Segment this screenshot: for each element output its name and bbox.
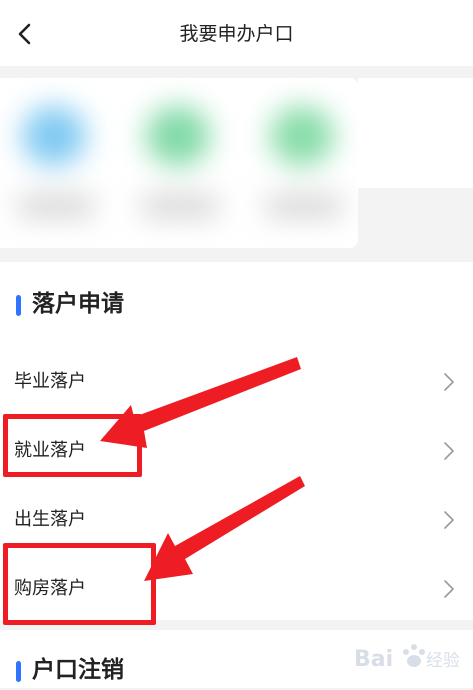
chevron-right-icon: [444, 580, 454, 598]
shortcut-tile[interactable]: [8, 84, 104, 234]
chevron-right-icon: [444, 511, 454, 529]
household-cancellation-section: 户口注销: [0, 630, 473, 688]
shortcut-tile[interactable]: [132, 84, 228, 234]
shortcut-card-extension: [358, 78, 473, 188]
chevron-right-icon: [444, 373, 454, 391]
page-title: 我要申办户口: [179, 23, 294, 45]
section-accent-bar: [16, 295, 21, 316]
section-title: 户口注销: [32, 657, 124, 683]
app-header: 我要申办户口: [0, 0, 473, 66]
shortcut-tile-icon: [270, 106, 334, 166]
shortcut-tile-icon: [22, 106, 86, 166]
list-item-graduate-settlement[interactable]: 毕业落户: [0, 348, 473, 417]
annotation-highlight-box: [3, 543, 156, 625]
shortcut-tile-label: [142, 196, 218, 216]
annotation-highlight-box: [3, 414, 142, 477]
list-item-label: 毕业落户: [14, 371, 86, 392]
service-shortcuts: [0, 78, 358, 248]
shortcut-tile-icon: [146, 106, 210, 166]
shortcut-tile[interactable]: [256, 84, 352, 234]
section-accent-bar: [16, 661, 21, 682]
list-item-label: 出生落户: [14, 509, 86, 530]
chevron-right-icon: [444, 442, 454, 460]
shortcut-tile-label: [266, 196, 342, 216]
section-title: 落户申请: [32, 291, 124, 317]
shortcut-tile-label: [18, 196, 94, 216]
